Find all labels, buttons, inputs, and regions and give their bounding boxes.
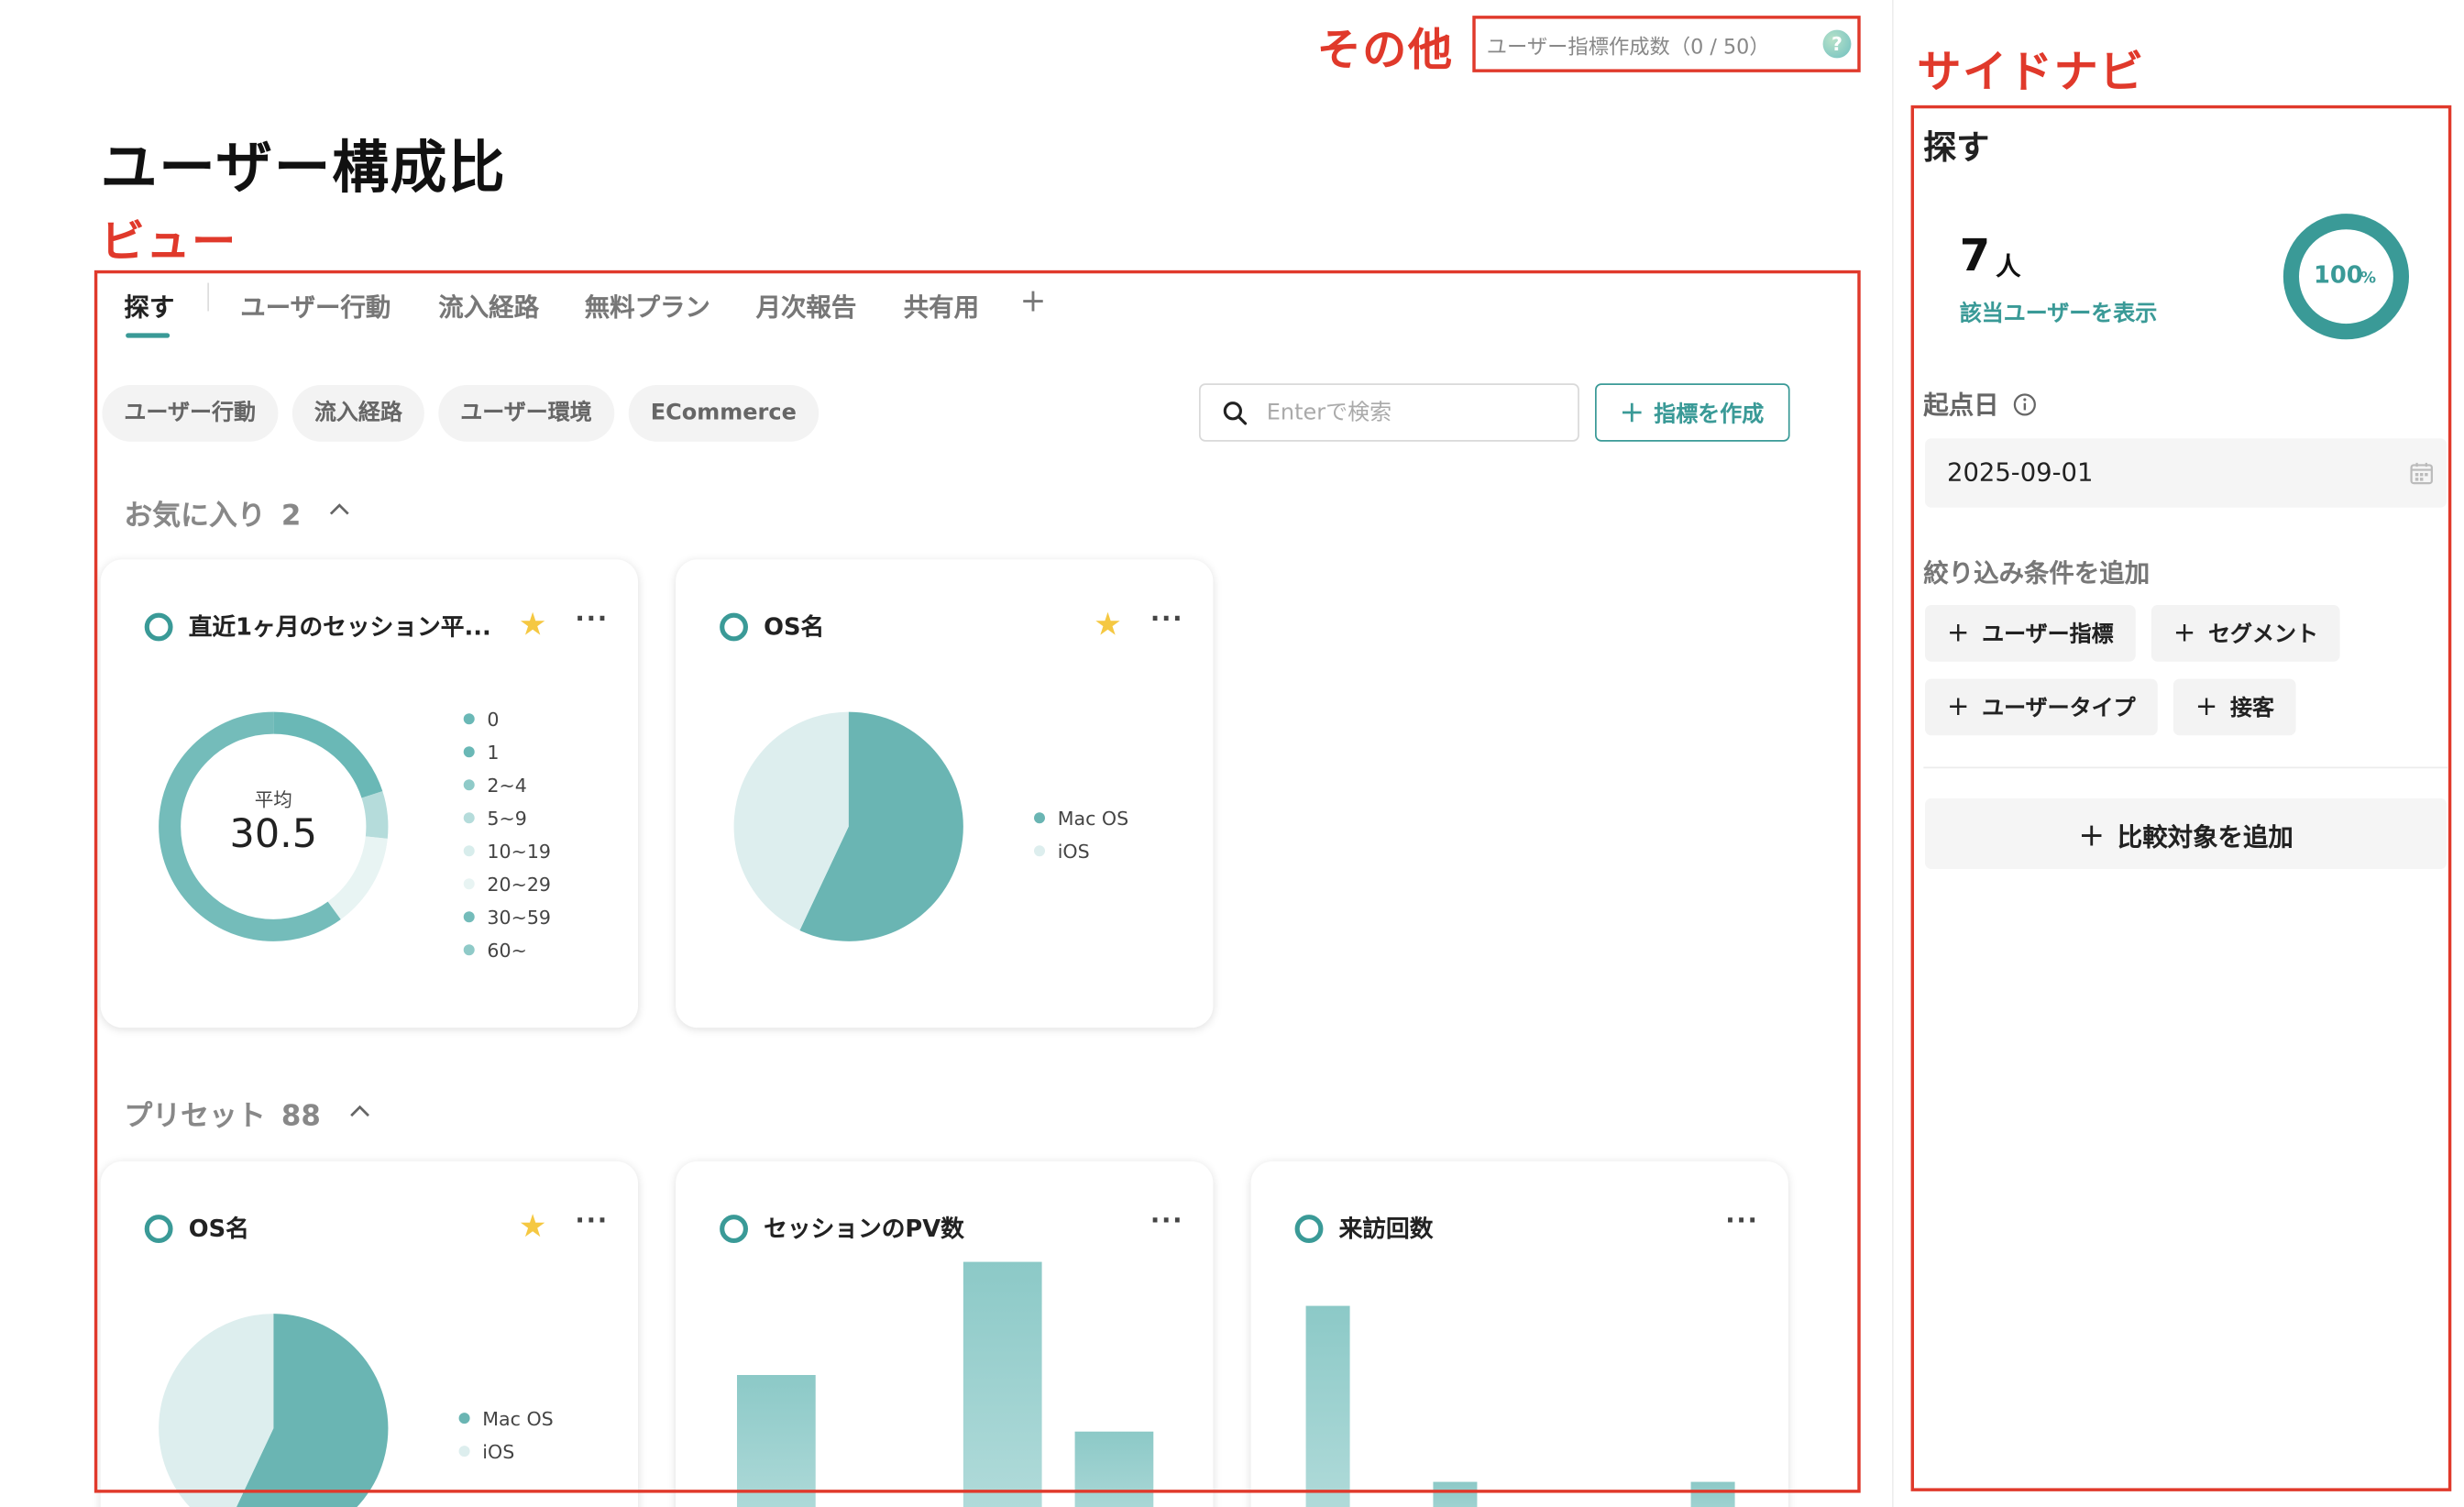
help-icon[interactable]: ? (1822, 29, 1852, 59)
plus-icon: + (2078, 814, 2106, 853)
divider (1923, 766, 2448, 769)
calendar-icon[interactable] (2409, 460, 2434, 485)
add-comparison-button[interactable]: + 比較対象を追加 (1925, 798, 2448, 870)
start-date-label-text: 起点日 (1923, 390, 1999, 420)
filter-engagement-label: 接客 (2230, 696, 2275, 721)
plus-icon: + (2172, 617, 2196, 650)
user-count-unit: 人 (1996, 251, 2021, 281)
divider (1892, 0, 1894, 1507)
user-count: 7 (1959, 229, 1991, 281)
filter-segment-button[interactable]: + セグメント (2150, 605, 2341, 662)
start-date-value: 2025-09-01 (1947, 456, 2094, 488)
filter-user-metric-label: ユーザー指標 (1982, 622, 2114, 648)
plus-icon: + (2194, 691, 2218, 723)
start-date-field[interactable]: 2025-09-01 (1925, 438, 2448, 508)
plus-icon: + (1947, 691, 1970, 723)
add-filter-label: 絞り込み条件を追加 (1923, 557, 2150, 588)
sidenav-title: 探す (1923, 128, 1990, 167)
plus-icon: + (1947, 617, 1970, 650)
filter-user-type-button[interactable]: + ユーザータイプ (1925, 678, 2158, 736)
page-title: ユーザー構成比 (100, 137, 507, 202)
filter-segment-label: セグメント (2208, 622, 2319, 648)
annotation-view: ビュー (100, 214, 237, 268)
filter-user-type-label: ユーザータイプ (1982, 696, 2136, 721)
percentage-unit: % (2360, 270, 2376, 288)
percentage-ring: 100 % (2282, 214, 2410, 340)
annotation-box-view (94, 270, 1861, 1493)
stage: その他 サイドナビ ビュー ユーザー指標作成数（0 / 50） ? ユーザー構成… (0, 0, 2464, 1507)
show-matching-users-link[interactable]: 該当ユーザーを表示 (1960, 297, 2158, 328)
filter-engagement-button[interactable]: + 接客 (2172, 678, 2297, 736)
percentage-value: 100 (2314, 262, 2363, 290)
start-date-label: 起点日 (1923, 383, 2036, 421)
annotation-other: その他 (1316, 23, 1454, 76)
metric-quota: ユーザー指標作成数（0 / 50） ? (1487, 25, 1854, 62)
annotation-side-nav: サイドナビ (1917, 45, 2146, 98)
info-icon[interactable] (2012, 393, 2036, 417)
filter-user-metric-button[interactable]: + ユーザー指標 (1925, 605, 2136, 662)
add-comparison-label: 比較対象を追加 (2117, 820, 2294, 852)
metric-quota-label: ユーザー指標作成数（0 / 50） (1486, 35, 1770, 60)
